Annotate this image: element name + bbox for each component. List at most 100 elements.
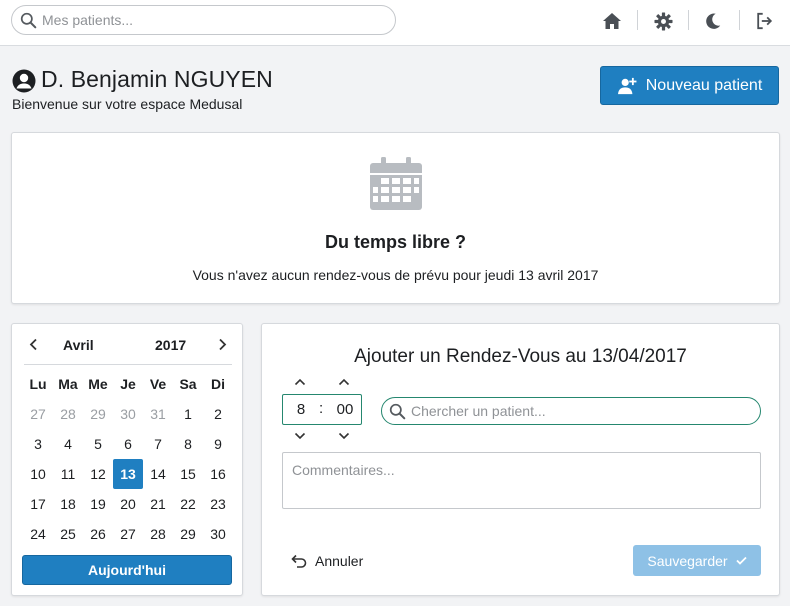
calendar-month[interactable]: Avril: [63, 337, 94, 353]
calendar-day[interactable]: 26: [83, 519, 113, 549]
cancel-button[interactable]: Annuler: [291, 551, 363, 571]
welcome-message: Bienvenue sur votre espace Medusal: [12, 96, 243, 112]
undo-icon: [291, 554, 307, 568]
calendar-day[interactable]: 11: [53, 459, 83, 489]
calendar-week-row: 17 18 19 20 21 22 23: [23, 489, 233, 519]
calendar-day[interactable]: 25: [53, 519, 83, 549]
calendar-day[interactable]: 14: [143, 459, 173, 489]
gear-icon: [653, 11, 673, 31]
calendar-day[interactable]: 29: [83, 399, 113, 429]
calendar-grid: Lu Ma Me Je Ve Sa Di 27 28 29 30 31 1 2 3 4 5 6 7 8 9 10 11 12…: [23, 369, 233, 549]
hour-increment-button[interactable]: [293, 377, 307, 387]
calendar-day[interactable]: 2: [203, 399, 233, 429]
calendar-day[interactable]: 10: [23, 459, 53, 489]
calendar-icon: [370, 157, 422, 210]
calendar-week-row: 24 25 26 27 28 29 30: [23, 519, 233, 549]
weekday-header: Lu Ma Me Je Ve Sa Di: [23, 369, 233, 399]
chevron-up-icon: [338, 378, 350, 386]
logout-icon: [756, 12, 772, 30]
hour-input[interactable]: 8: [291, 401, 311, 418]
hour-decrement-button[interactable]: [293, 431, 307, 441]
weekday-label: Je: [120, 376, 136, 392]
doctor-name: D. Benjamin NGUYEN: [41, 66, 273, 92]
minute-input[interactable]: 00: [333, 401, 357, 418]
free-time-card: Du temps libre ? Vous n'avez aucun rende…: [11, 132, 780, 304]
appointment-patient-input[interactable]: [411, 401, 751, 421]
calendar-day[interactable]: 31: [143, 399, 173, 429]
calendar-day[interactable]: 28: [143, 519, 173, 549]
home-icon: [603, 13, 621, 29]
moon-icon: [706, 13, 721, 29]
calendar-day[interactable]: 7: [143, 429, 173, 459]
new-patient-button[interactable]: Nouveau patient: [600, 66, 779, 105]
weekday-label: Ve: [149, 376, 167, 392]
calendar-day-selected[interactable]: 13: [113, 459, 143, 489]
save-button[interactable]: Sauvegarder: [633, 545, 761, 576]
calendar-day[interactable]: 9: [203, 429, 233, 459]
calendar-day[interactable]: 12: [83, 459, 113, 489]
weekday-label: Me: [88, 376, 108, 392]
calendar-day[interactable]: 8: [173, 429, 203, 459]
add-appointment-title: Ajouter un Rendez-Vous au 13/04/2017: [354, 346, 687, 367]
calendar-day[interactable]: 16: [203, 459, 233, 489]
calendar-day[interactable]: 17: [23, 489, 53, 519]
minute-decrement-button[interactable]: [337, 431, 351, 441]
dark-mode-toggle[interactable]: [702, 10, 724, 32]
calendar-day[interactable]: 27: [113, 519, 143, 549]
chevron-down-icon: [294, 432, 306, 440]
appointment-patient-search[interactable]: [381, 397, 761, 425]
time-picker: 8 : 00: [282, 394, 362, 425]
calendar-day[interactable]: 19: [83, 489, 113, 519]
user-circle-icon: [12, 69, 36, 93]
previous-month-button[interactable]: [25, 336, 41, 352]
chevron-right-icon: [218, 338, 226, 350]
calendar-day[interactable]: 23: [203, 489, 233, 519]
no-appointment-message: Vous n'avez aucun rendez-vous de prévu p…: [192, 267, 599, 283]
minute-increment-button[interactable]: [337, 377, 351, 387]
topbar-divider: [688, 10, 689, 30]
calendar-day[interactable]: 18: [53, 489, 83, 519]
calendar-day[interactable]: 3: [23, 429, 53, 459]
calendar-day[interactable]: 28: [53, 399, 83, 429]
calendar-day[interactable]: 21: [143, 489, 173, 519]
topbar-divider: [637, 10, 638, 30]
patient-search-input[interactable]: [42, 10, 387, 30]
calendar-week-row: 10 11 12 13 14 15 16: [23, 459, 233, 489]
logout-button[interactable]: [753, 10, 775, 32]
next-month-button[interactable]: [214, 336, 230, 352]
calendar-day[interactable]: 5: [83, 429, 113, 459]
weekday-label: Ma: [58, 376, 78, 392]
chevron-up-icon: [294, 378, 306, 386]
free-time-title: Du temps libre ?: [324, 232, 467, 252]
calendar-week-row: 27 28 29 30 31 1 2: [23, 399, 233, 429]
calendar-year[interactable]: 2017: [155, 337, 186, 353]
calendar-day[interactable]: 1: [173, 399, 203, 429]
search-icon: [389, 403, 406, 420]
weekday-label: Sa: [179, 376, 197, 392]
calendar-day[interactable]: 20: [113, 489, 143, 519]
calendar-day[interactable]: 27: [23, 399, 53, 429]
calendar-widget: Avril 2017 Lu Ma Me Je Ve Sa Di 27 28 29 30 31 1 2 3 4…: [11, 323, 243, 596]
home-button[interactable]: [601, 10, 623, 32]
check-icon: [735, 556, 747, 565]
time-separator: :: [319, 400, 324, 417]
patient-search-bar[interactable]: [11, 5, 396, 35]
calendar-day[interactable]: 30: [113, 399, 143, 429]
calendar-day[interactable]: 22: [173, 489, 203, 519]
calendar-day[interactable]: 30: [203, 519, 233, 549]
top-bar: [0, 0, 790, 46]
calendar-day[interactable]: 29: [173, 519, 203, 549]
calendar-day[interactable]: 24: [23, 519, 53, 549]
cancel-label: Annuler: [315, 553, 364, 569]
save-label: Sauvegarder: [647, 552, 728, 569]
calendar-week-row: 3456789: [23, 429, 233, 459]
add-appointment-card: Ajouter un Rendez-Vous au 13/04/2017 8 :…: [261, 323, 780, 596]
calendar-day[interactable]: 15: [173, 459, 203, 489]
calendar-day[interactable]: 6: [113, 429, 143, 459]
settings-button[interactable]: [652, 10, 674, 32]
topbar-divider: [739, 10, 740, 30]
new-patient-label: Nouveau patient: [645, 76, 763, 94]
calendar-day[interactable]: 4: [53, 429, 83, 459]
today-button[interactable]: Aujourd'hui: [22, 555, 232, 585]
comments-field[interactable]: [282, 452, 761, 509]
